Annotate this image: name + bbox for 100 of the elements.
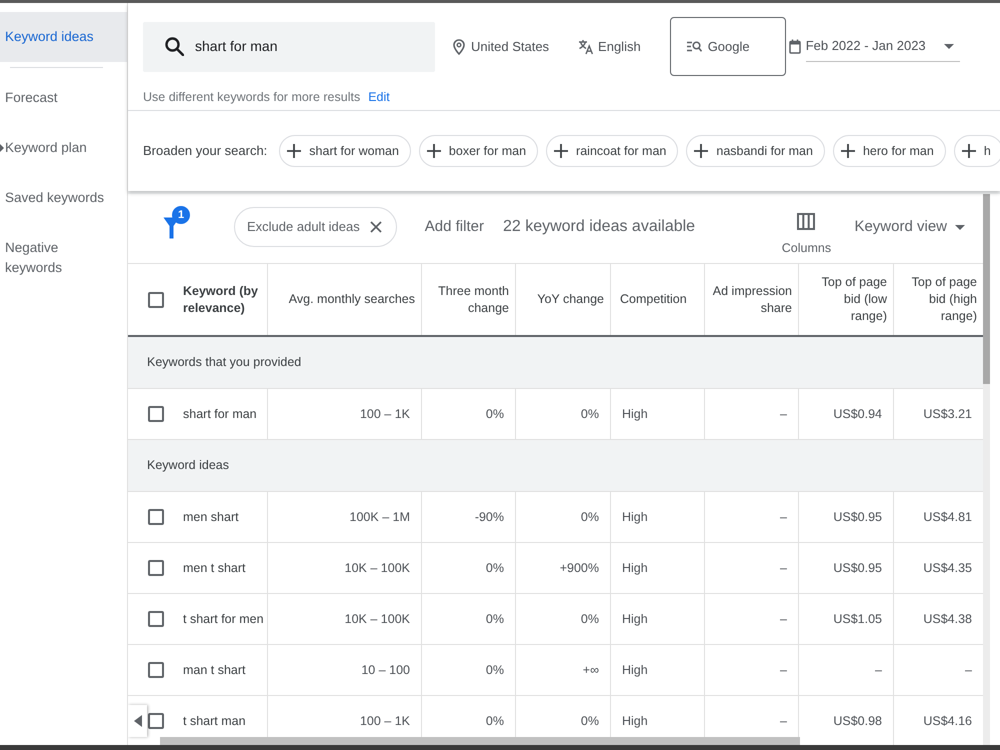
column-header[interactable]: Top of page bid (low range) <box>799 264 894 335</box>
keyword-suggestion-chip[interactable]: hero for man <box>832 135 946 167</box>
table-cell-text: US$4.35 <box>922 560 973 577</box>
search-field[interactable]: shart for man <box>143 22 435 72</box>
columns-button[interactable]: Columns <box>780 213 832 258</box>
checkbox[interactable] <box>148 611 164 627</box>
add-filter-button[interactable]: Add filter <box>424 216 484 238</box>
keyword-suggestion-chip[interactable]: boxer for man <box>418 135 538 167</box>
plus-icon <box>426 144 441 158</box>
table-cell-text: US$4.16 <box>922 712 973 730</box>
plus-icon <box>840 144 855 158</box>
column-header[interactable]: YoY change <box>516 264 611 335</box>
keyword-cell-text: man t shart <box>183 662 246 679</box>
keyword-view-dropdown[interactable]: Keyword view <box>854 216 965 238</box>
table-cell: High <box>611 645 705 695</box>
column-header[interactable]: Three month change <box>422 264 516 335</box>
plus-icon <box>694 144 708 158</box>
search-network-icon <box>686 41 702 52</box>
table-cell: -90% <box>422 492 516 542</box>
table-cell: – <box>705 594 799 644</box>
table-cell: US$0.95 <box>799 492 894 542</box>
table-cell: 0% <box>516 594 611 644</box>
table-cell: 100 – 1K <box>268 389 422 439</box>
language-selector[interactable]: English <box>578 36 641 56</box>
horizontal-scrollbar-thumb[interactable] <box>160 737 800 745</box>
search-input[interactable]: shart for man <box>195 36 435 57</box>
dropdown-arrow-icon <box>944 44 954 48</box>
location-pin-icon <box>453 38 465 54</box>
checkbox[interactable] <box>148 292 164 308</box>
table-cell-text: US$4.81 <box>922 508 973 526</box>
table-cell-text: US$4.38 <box>922 610 973 628</box>
close-icon <box>370 220 382 232</box>
checkbox[interactable] <box>148 713 164 729</box>
keyword-suggestion-chip[interactable]: nasbandi for man <box>686 135 825 167</box>
table-cell: 0% <box>422 543 516 593</box>
table-cell: 0% <box>422 594 516 644</box>
column-header[interactable]: Top of page bid (high range) <box>894 264 983 335</box>
table-cell: +900% <box>516 543 611 593</box>
table-cell: – <box>705 492 799 542</box>
table-cell: High <box>611 389 705 439</box>
table-cell: US$0.95 <box>799 543 894 593</box>
columns-icon <box>797 213 816 230</box>
checkbox[interactable] <box>148 406 164 422</box>
checkbox[interactable] <box>148 509 164 525</box>
keyword-cell-text: men shart <box>183 508 239 526</box>
vertical-scrollbar-thumb[interactable] <box>983 194 990 384</box>
section-header: Keywords that you provided <box>128 337 983 389</box>
keyword-cell-text: t shart man <box>183 712 246 730</box>
column-header[interactable]: Ad impression share <box>705 264 799 335</box>
table-cell: 100K – 1M <box>268 492 422 542</box>
table-cell: US$1.05 <box>799 594 894 644</box>
filter-chip[interactable]: Exclude adult ideas <box>234 206 397 246</box>
table-cell: US$0.94 <box>799 389 894 439</box>
results-count: 22 keyword ideas available <box>502 217 696 237</box>
plus-icon <box>554 144 568 158</box>
edit-link[interactable]: Edit <box>368 88 390 106</box>
search-icon <box>165 37 184 56</box>
plus-icon <box>962 144 976 158</box>
column-header[interactable]: Keyword (by relevance) <box>183 282 267 316</box>
caret-left-icon <box>134 715 142 727</box>
table-cell: – <box>799 645 894 695</box>
checkbox[interactable] <box>148 560 164 576</box>
table-cell: – <box>705 543 799 593</box>
table-cell-text: US$3.21 <box>922 406 973 423</box>
keyword-cell-text: t shart for men <box>183 610 264 628</box>
table-cell: 0% <box>422 645 516 695</box>
table-cell: High <box>611 543 705 593</box>
column-header[interactable]: Competition <box>611 264 705 335</box>
network-selector[interactable]: Google <box>670 17 786 76</box>
table-cell: High <box>611 594 705 644</box>
broaden-label: Broaden your search: <box>143 142 268 160</box>
plus-icon <box>287 144 302 158</box>
calendar-icon <box>788 39 801 54</box>
sidebar-item[interactable]: Keyword ideas <box>0 12 127 62</box>
keyword-suggestion-chip[interactable]: shart for woman <box>279 135 411 167</box>
filter-count-badge: 1 <box>172 206 190 224</box>
translate-icon <box>578 38 594 54</box>
table-cell: 0% <box>422 389 516 439</box>
table-cell: +∞ <box>516 645 611 695</box>
column-header[interactable]: Avg. monthly searches <box>268 264 422 335</box>
table-cell: – <box>705 389 799 439</box>
dropdown-arrow-icon <box>955 224 965 230</box>
table-cell: 0% <box>516 492 611 542</box>
section-header: Keyword ideas <box>128 440 983 492</box>
table-cell: 10K – 100K <box>268 594 422 644</box>
keyword-suggestion-chip[interactable]: raincoat for man <box>546 135 678 167</box>
keyword-suggestion-chip[interactable]: h <box>954 135 1000 167</box>
table-cell: 0% <box>516 389 611 439</box>
keyword-cell-text: shart for man <box>183 406 257 423</box>
table-cell: High <box>611 492 705 542</box>
table-cell: 10K – 100K <box>268 543 422 593</box>
scroll-left-button[interactable] <box>128 705 147 737</box>
table-cell: – <box>705 645 799 695</box>
table-cell: 10 – 100 <box>268 645 422 695</box>
date-range-dropdown[interactable]: Feb 2022 - Jan 2023 <box>806 32 960 62</box>
keyword-cell-text: men t shart <box>183 560 246 577</box>
checkbox[interactable] <box>148 662 164 678</box>
hint-text: Use different keywords for more results <box>143 88 360 106</box>
table-cell-text: – <box>964 662 973 679</box>
location-selector[interactable]: United States <box>453 36 550 56</box>
